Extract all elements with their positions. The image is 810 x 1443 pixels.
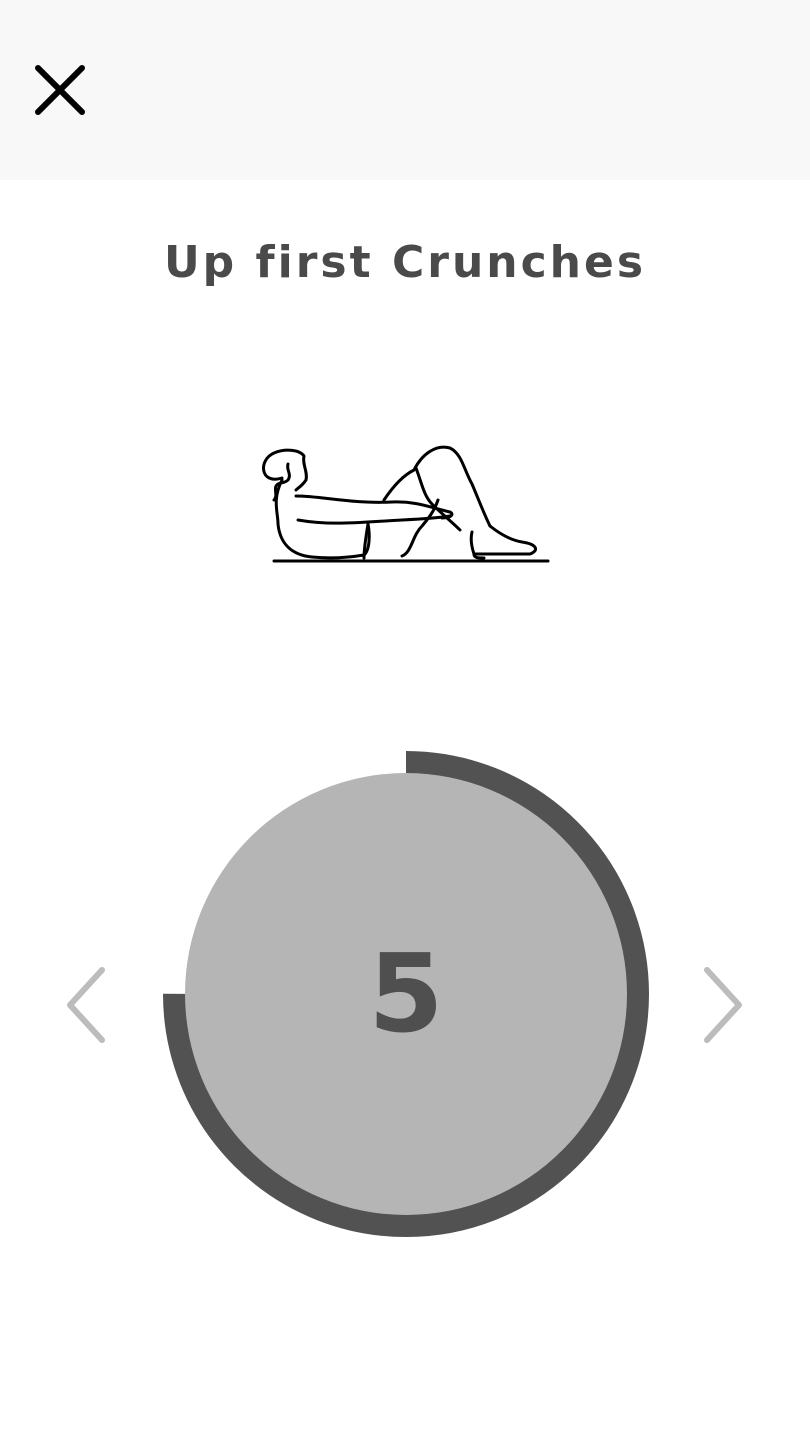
top-bar [0,0,810,180]
crunches-illustration [262,445,550,563]
previous-exercise-button[interactable] [58,960,114,1050]
chevron-right-icon [704,967,742,1043]
chevron-left-icon [67,967,105,1043]
exercise-title: Up first Crunches [163,237,647,288]
next-exercise-button[interactable] [695,960,751,1050]
close-button[interactable] [22,52,98,128]
exercise-countdown-screen: Up first Crunches 5 [0,0,810,1443]
countdown-number: 5 [368,931,444,1057]
close-icon [35,65,85,115]
